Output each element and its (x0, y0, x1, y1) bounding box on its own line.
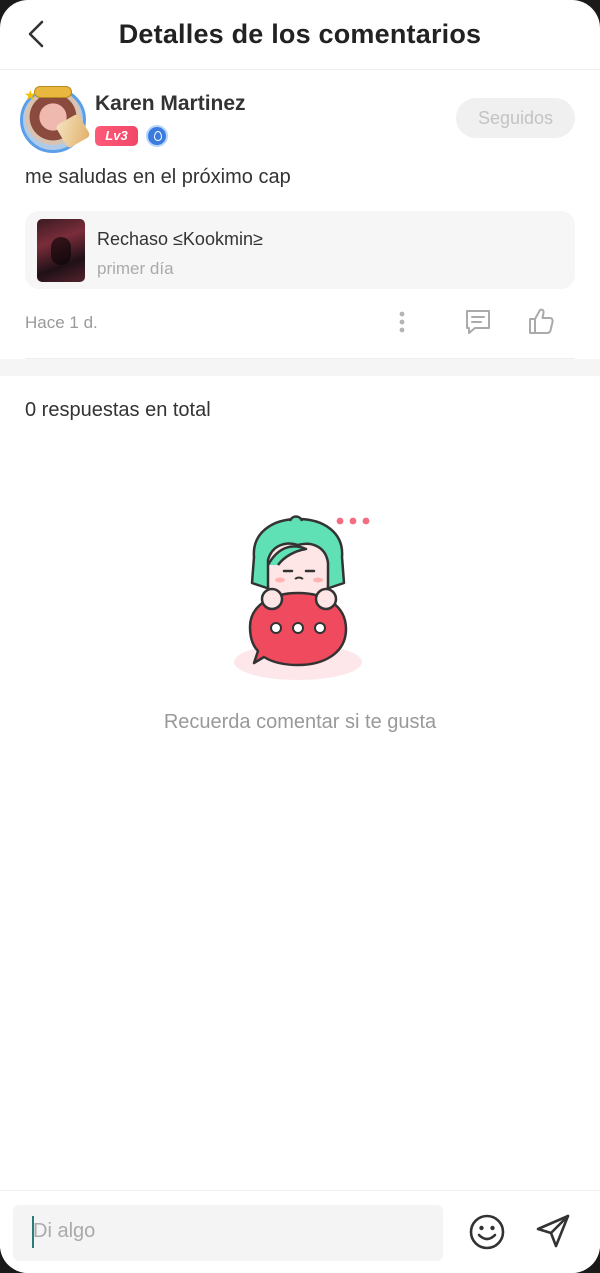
comment-details-screen: Detalles de los comentarios ★ Karen Mart… (0, 0, 600, 1273)
section-separator (0, 359, 600, 376)
header-bar: Detalles de los comentarios (0, 0, 600, 70)
page-title: Detalles de los comentarios (118, 19, 482, 49)
more-vertical-icon[interactable] (388, 308, 416, 336)
book-title: Rechaso ≤Kookmin≥ (97, 229, 263, 249)
book-chapter: primer día (97, 259, 174, 278)
send-icon[interactable] (533, 1211, 573, 1251)
book-cover-image (37, 219, 85, 282)
thumbs-up-icon[interactable] (526, 306, 556, 336)
level-badge: Lv3 (95, 126, 138, 146)
comment-text: me saludas en el próximo cap (25, 166, 291, 188)
empty-state-text: Recuerda comentar si te gusta (163, 711, 437, 733)
username[interactable]: Karen Martinez (95, 92, 246, 116)
star-icon: ★ (24, 87, 37, 103)
verified-icon (146, 125, 168, 147)
comment-input-placeholder: Di algo (33, 1220, 96, 1242)
replies-total: 0 respuestas en total (25, 399, 211, 421)
comment-composer: Di algo (0, 1190, 600, 1273)
comment-input[interactable]: Di algo (13, 1205, 443, 1261)
empty-state-mascot-icon (234, 515, 370, 680)
emoji-icon[interactable] (468, 1213, 506, 1251)
writer-frame-badge (34, 86, 72, 98)
comment-icon[interactable] (463, 307, 493, 337)
comment-timestamp: Hace 1 d. (25, 313, 98, 332)
follow-button[interactable]: Seguidos (456, 98, 575, 138)
book-card[interactable]: Rechaso ≤Kookmin≥ primer día (25, 211, 575, 289)
